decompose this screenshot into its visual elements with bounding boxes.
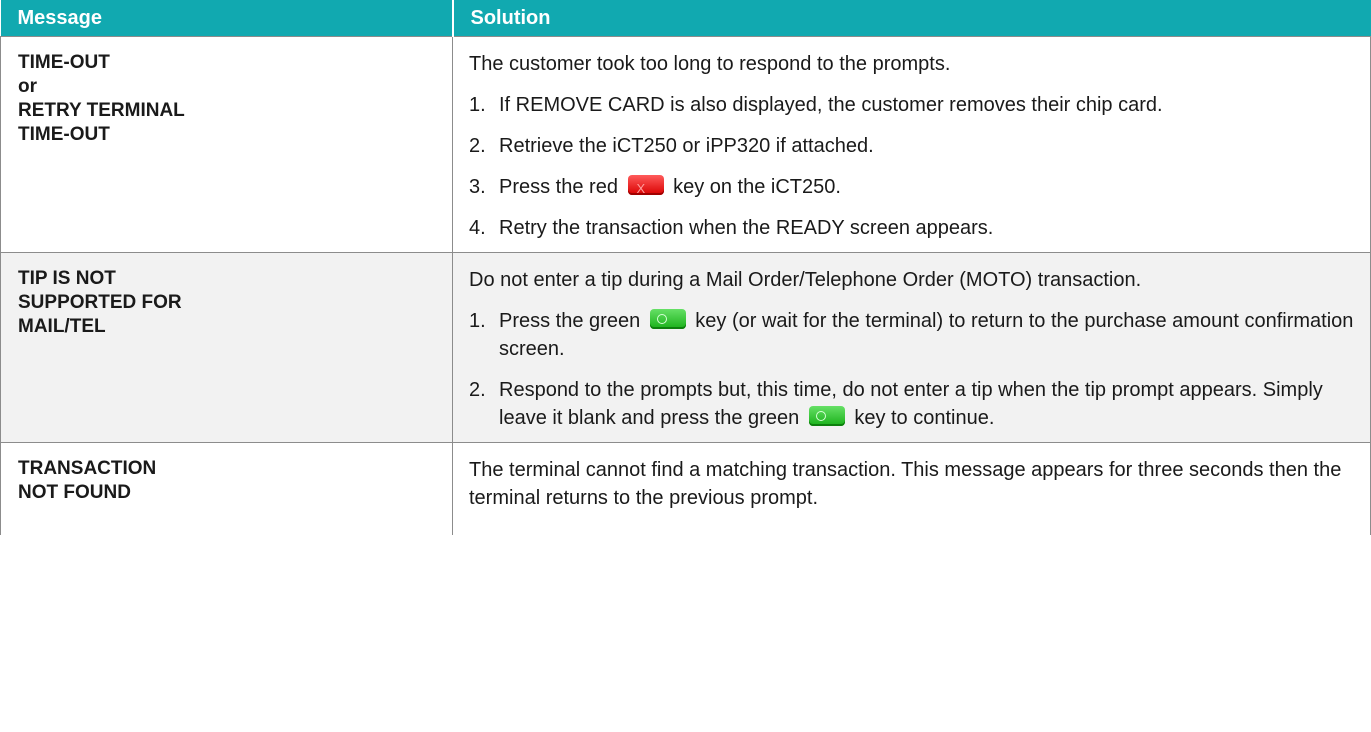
column-header-message: Message	[0, 0, 453, 37]
message-solution-table: Message Solution TIME-OUT or RETRY TERMI…	[0, 0, 1371, 535]
table-row: TRANSACTION NOT FOUND The terminal canno…	[0, 442, 1371, 535]
step-text-before: Press the red	[499, 176, 624, 198]
message-line: TIME-OUT	[18, 124, 110, 145]
solution-step: 3. Press the red key on the iCT250.	[469, 173, 1356, 203]
message-line: RETRY TERMINAL	[18, 100, 185, 121]
step-text: Respond to the prompts but, this time, d…	[499, 376, 1356, 432]
table-row: TIP IS NOT SUPPORTED FOR MAIL/TEL Do not…	[0, 252, 1371, 443]
step-text: Retrieve the iCT250 or iPP320 if attache…	[499, 135, 874, 157]
step-text: Retry the transaction when the READY scr…	[499, 217, 994, 239]
step-text-before: Press the green	[499, 310, 646, 332]
step-number: 3.	[469, 176, 486, 198]
message-line: or	[18, 76, 37, 97]
red-cancel-key-icon	[627, 175, 664, 203]
solution-step: 4. Retry the transaction when the READY …	[469, 214, 1356, 242]
step-number: 1.	[469, 310, 486, 332]
message-line: TIME-OUT	[18, 52, 110, 73]
solution-cell: Do not enter a tip during a Mail Order/T…	[452, 252, 1371, 443]
step-number: 2.	[469, 379, 486, 401]
message-line: TRANSACTION	[18, 458, 157, 479]
table-row: TIME-OUT or RETRY TERMINAL TIME-OUT The …	[0, 36, 1371, 253]
message-cell: TRANSACTION NOT FOUND	[0, 442, 453, 535]
solution-step: 1. Press the green key (or wait for the …	[469, 307, 1356, 363]
step-text: If REMOVE CARD is also displayed, the cu…	[499, 94, 1163, 116]
column-header-solution: Solution	[451, 0, 1371, 37]
solution-intro: The customer took too long to respond to…	[469, 53, 951, 75]
step-number: 2.	[469, 135, 486, 157]
message-line: MAIL/TEL	[18, 316, 106, 337]
solution-intro: Do not enter a tip during a Mail Order/T…	[469, 269, 1142, 291]
message-line: NOT FOUND	[18, 482, 131, 503]
step-text: Press the red key on the iCT250.	[499, 173, 1356, 203]
step-text: Press the green key (or wait for the ter…	[499, 307, 1356, 363]
solution-step: 1. If REMOVE CARD is also displayed, the…	[469, 91, 1356, 119]
green-ok-key-icon	[808, 406, 845, 426]
message-cell: TIP IS NOT SUPPORTED FOR MAIL/TEL	[0, 252, 453, 443]
message-cell: TIME-OUT or RETRY TERMINAL TIME-OUT	[0, 36, 453, 253]
table-header-row: Message Solution	[0, 0, 1371, 37]
solution-step: 2. Retrieve the iCT250 or iPP320 if atta…	[469, 132, 1356, 160]
step-number: 4.	[469, 217, 486, 239]
step-text-after: key on the iCT250.	[667, 176, 841, 198]
step-text-after: key to continue.	[848, 407, 995, 429]
step-number: 1.	[469, 94, 486, 116]
solution-step: 2. Respond to the prompts but, this time…	[469, 376, 1356, 432]
solution-cell: The terminal cannot find a matching tran…	[452, 442, 1371, 535]
solution-intro: The terminal cannot find a matching tran…	[469, 459, 1342, 509]
message-line: SUPPORTED FOR	[18, 292, 182, 313]
solution-cell: The customer took too long to respond to…	[452, 36, 1371, 253]
message-line: TIP IS NOT	[18, 268, 116, 289]
green-ok-key-icon	[649, 309, 686, 329]
